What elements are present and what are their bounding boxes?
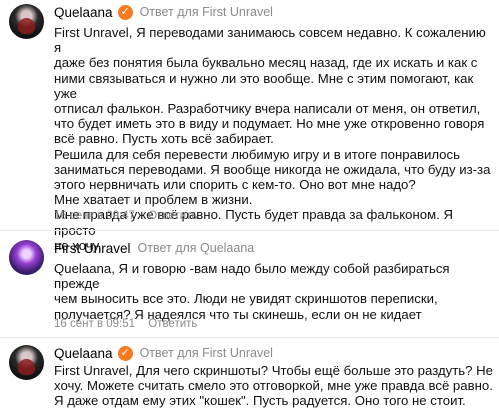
reply-to-link[interactable]: Ответ для First Unravel <box>140 5 273 19</box>
avatar[interactable] <box>9 4 44 39</box>
comment-text: First Unravel, Для чего скриншоты? Чтобы… <box>54 363 494 409</box>
divider <box>0 230 499 231</box>
avatar[interactable] <box>9 345 44 380</box>
reply-button[interactable]: Ответить <box>148 210 197 222</box>
author-name[interactable]: Quelaana <box>54 346 113 361</box>
comment-date[interactable]: 16 сент в 09:47 <box>54 210 135 222</box>
comment-text: Quelaana, Я и говорю -вам надо было межд… <box>54 261 450 322</box>
divider <box>0 337 499 338</box>
comment-date[interactable]: 16 сент в 09:51 <box>54 318 135 330</box>
author-name[interactable]: First Unravel <box>54 241 131 256</box>
reply-to-link[interactable]: Ответ для First Unravel <box>140 346 273 360</box>
reply-button[interactable]: Ответить <box>148 318 197 330</box>
reply-to-link[interactable]: Ответ для Quelaana <box>138 241 255 255</box>
avatar[interactable] <box>9 240 44 275</box>
author-name[interactable]: Quelaana <box>54 5 113 20</box>
verified-badge-icon: ✓ <box>117 345 133 361</box>
verified-badge-icon: ✓ <box>117 4 133 20</box>
